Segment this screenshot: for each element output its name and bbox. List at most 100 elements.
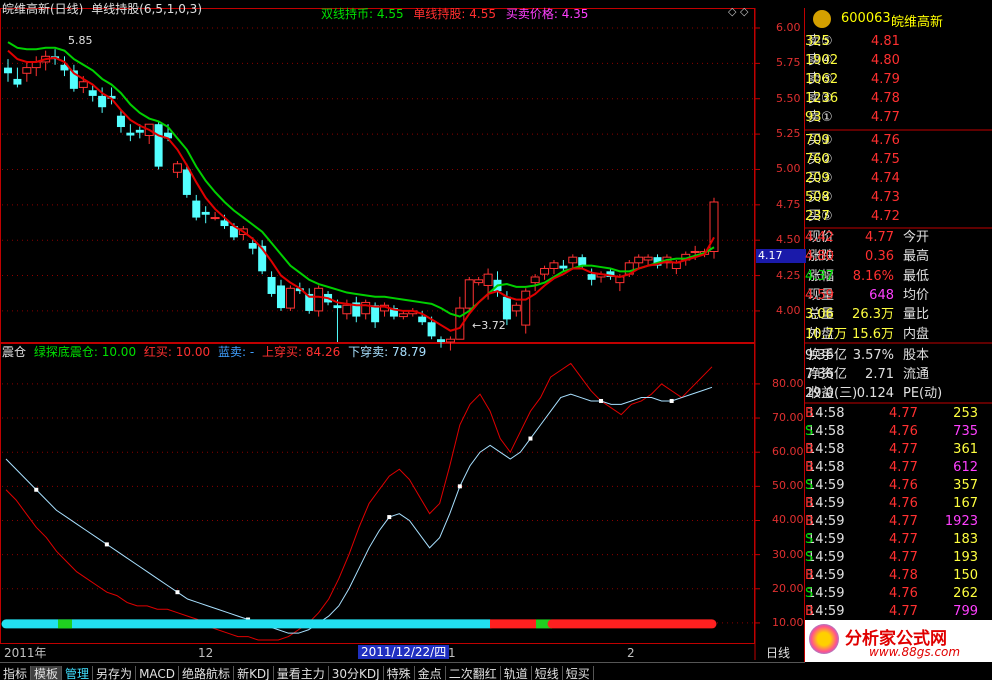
tab-1[interactable]: 模板 (31, 666, 63, 680)
tick-price: 4.76 (889, 496, 918, 511)
ask-volume: 1902 (805, 53, 839, 68)
bid-row: 买② 4.75 760 (805, 151, 992, 169)
tick-volume: 193 (953, 550, 978, 565)
tab-12[interactable]: 轨道 (501, 666, 532, 680)
red-buy-value: 10.00 (175, 345, 211, 359)
quote-value-left: 648 (869, 287, 894, 303)
tick-price: 4.76 (889, 586, 918, 601)
tab-10[interactable]: 金点 (415, 666, 446, 680)
oscillator-marker (104, 542, 109, 547)
ask-price: 4.77 (871, 110, 900, 125)
watermark: 分析家公式网 www.88gs.com (805, 620, 992, 662)
date-month-1: 1 (448, 646, 456, 660)
max-price-label: 5.85 (68, 34, 93, 47)
candle-body (690, 251, 700, 254)
price-axis-label: 4.00 (776, 303, 801, 317)
oscillator-line-upcross (5, 362, 713, 641)
window-controls[interactable]: ◇ ◇ (728, 5, 748, 19)
tick-side: S (805, 424, 814, 439)
tab-3[interactable]: 另存为 (93, 666, 137, 680)
green-bottom-value: 10.00 (101, 345, 137, 359)
tick-row: 14:59 4.77 183 S (805, 531, 992, 549)
tick-side: B (805, 460, 814, 475)
tick-side: S (805, 532, 814, 547)
price-axis-label: 5.25 (776, 127, 801, 141)
candle-body (521, 290, 531, 326)
upcross-label: 上穿买: (262, 345, 303, 359)
quote-value-right: 4.59 (805, 287, 834, 303)
tab-11[interactable]: 二次翻红 (446, 666, 501, 680)
tick-side: S (805, 550, 814, 565)
trade-price-label: 买卖价格: (505, 7, 558, 21)
tick-volume: 253 (953, 406, 978, 421)
tick-side: B (805, 514, 814, 529)
bid-price: 4.72 (871, 209, 900, 224)
candle-body (483, 273, 493, 286)
double-hold-value: 4.55 (376, 7, 404, 21)
tick-row: 14:58 4.77 361 B (805, 441, 992, 459)
period-label[interactable]: 日线 (766, 646, 790, 660)
tab-5[interactable]: 绝路航标 (179, 666, 235, 680)
candle-body (248, 243, 257, 249)
quote-value-right: 4.42 (805, 230, 834, 245)
tick-price: 4.77 (889, 442, 918, 457)
candle-body (578, 257, 587, 266)
tick-volume: 150 (953, 568, 978, 583)
oscillator-marker (457, 484, 462, 489)
indicator-chart-border (0, 343, 755, 644)
bid-row: 买③ 4.74 209 (805, 170, 992, 188)
green-bottom-label: 绿探底震仓: (33, 345, 98, 359)
bid-volume: 209 (805, 171, 830, 186)
quote-row: 现价 4.77 今开 4.42 (805, 229, 992, 247)
candle-body (267, 276, 276, 294)
candle-body (182, 169, 191, 195)
bid-row: 买① 4.76 709 (805, 132, 992, 150)
candle-body (530, 276, 540, 284)
candle-body (342, 304, 352, 315)
oscillator-line-downcross (5, 386, 713, 634)
candle-body (13, 78, 22, 85)
trade-price-value: 4.35 (561, 7, 589, 21)
tab-7[interactable]: 量看主力 (274, 666, 329, 680)
flower-logo-icon (809, 624, 839, 654)
tab-14[interactable]: 短买 (563, 666, 594, 680)
ask-row: 卖② 4.78 1236 (805, 90, 992, 108)
stock-code: 600063 (841, 11, 891, 26)
tick-row: 14:59 4.77 1923 B (805, 513, 992, 531)
tick-price: 4.77 (889, 406, 918, 421)
tab-9[interactable]: 特殊 (384, 666, 415, 680)
date-month-12: 12 (198, 646, 214, 660)
downcross-label: 下穿卖: (348, 345, 389, 359)
price-axis-label: 4.50 (776, 233, 801, 247)
tab-2[interactable]: 管理 (62, 666, 94, 680)
indicator-axis-label: 70.00 (772, 411, 804, 425)
candle-body (314, 287, 324, 312)
indicator-axis-label: 80.00 (772, 376, 804, 390)
quote-label-right: 今开 (903, 230, 930, 245)
candle-body (464, 279, 474, 309)
quote-label-right: 最低 (903, 268, 930, 284)
candle-body (445, 338, 455, 343)
ask-volume: 325 (805, 34, 830, 49)
date-year: 2011年 (4, 646, 47, 660)
tab-13[interactable]: 短线 (532, 666, 563, 680)
candle-body (549, 262, 559, 269)
bid-price: 4.73 (871, 190, 900, 205)
tab-4[interactable]: MACD (136, 666, 180, 680)
quote-row: 涨跌 0.36 最高 4.80 (805, 248, 992, 266)
tab-8[interactable]: 30分KDJ (329, 666, 384, 680)
tick-price: 4.78 (889, 568, 918, 583)
quote-value-right: 10.7万 (805, 326, 847, 342)
candle-body (88, 90, 97, 96)
candle-body (22, 67, 32, 74)
indicator-axis-label: 50.00 (772, 479, 804, 493)
ask-row: 卖⑤ 4.81 325 (805, 33, 992, 51)
quote-label-right: 最高 (903, 249, 930, 265)
tick-row: 14:59 4.77 193 S (805, 549, 992, 567)
tab-6[interactable]: 新KDJ (234, 666, 274, 680)
tick-volume: 735 (953, 424, 978, 439)
tick-price: 4.77 (889, 532, 918, 547)
quote-label-right: 均价 (903, 287, 930, 303)
tab-0[interactable]: 指标 (0, 666, 32, 680)
single-hold-value: 4.55 (469, 7, 497, 21)
